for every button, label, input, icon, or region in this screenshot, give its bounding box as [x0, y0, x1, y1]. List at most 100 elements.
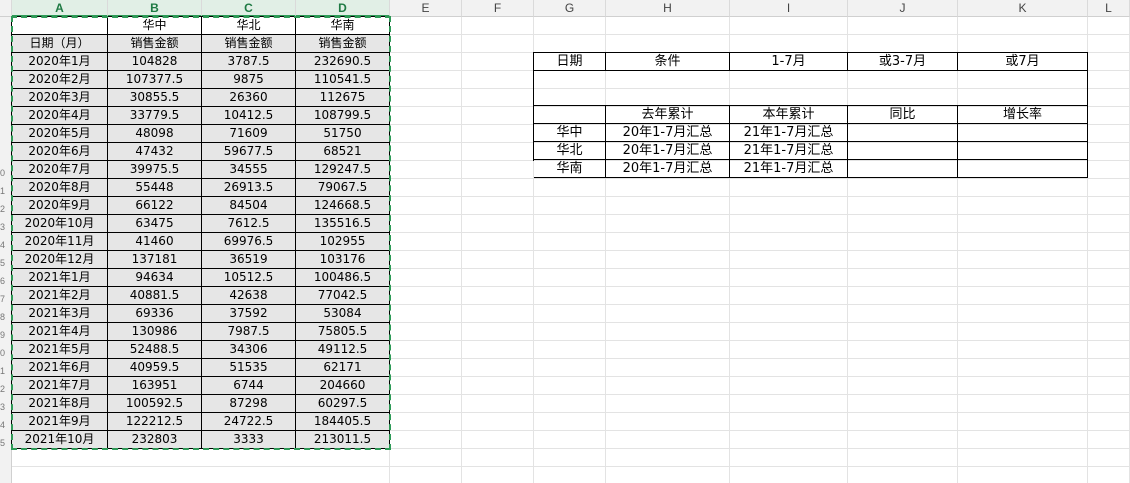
cell-d5[interactable]: 112675 [296, 89, 390, 107]
cell-d16[interactable]: 77042.5 [296, 287, 390, 305]
column-header-j[interactable]: J [848, 0, 958, 17]
cell-a23[interactable]: 2021年9月 [12, 413, 108, 431]
cell-c13[interactable]: 69976.5 [202, 233, 296, 251]
cell-c1[interactable]: 华北 [202, 17, 296, 35]
cell-c9[interactable]: 34555 [202, 161, 296, 179]
right-table-cell[interactable]: 1-7月 [730, 53, 848, 71]
cell-c2[interactable]: 销售金额 [202, 35, 296, 53]
cell-d2[interactable]: 销售金额 [296, 35, 390, 53]
cell-c6[interactable]: 10412.5 [202, 107, 296, 125]
cell-d15[interactable]: 100486.5 [296, 269, 390, 287]
right-table-cell[interactable] [958, 160, 1088, 178]
cell-a17[interactable]: 2021年3月 [12, 305, 108, 323]
cell-b5[interactable]: 30855.5 [108, 89, 202, 107]
row-number[interactable]: 3 [0, 221, 8, 233]
column-header-h[interactable]: H [606, 0, 730, 17]
right-table-cell[interactable]: 20年1-7月汇总 [606, 142, 730, 160]
column-header-k[interactable]: K [958, 0, 1088, 17]
cell-b21[interactable]: 163951 [108, 377, 202, 395]
cell-a3[interactable]: 2020年1月 [12, 53, 108, 71]
cell-a4[interactable]: 2020年2月 [12, 71, 108, 89]
row-number[interactable]: 4 [0, 239, 8, 251]
cell-a9[interactable]: 2020年7月 [12, 161, 108, 179]
cell-b6[interactable]: 33779.5 [108, 107, 202, 125]
cell-d22[interactable]: 60297.5 [296, 395, 390, 413]
right-table-cell[interactable]: 21年1-7月汇总 [730, 124, 848, 142]
cell-a12[interactable]: 2020年10月 [12, 215, 108, 233]
cell-a21[interactable]: 2021年7月 [12, 377, 108, 395]
cell-c10[interactable]: 26913.5 [202, 179, 296, 197]
right-table-cell[interactable] [534, 71, 1088, 106]
right-table-cell[interactable] [848, 142, 958, 160]
cell-b10[interactable]: 55448 [108, 179, 202, 197]
cell-a5[interactable]: 2020年3月 [12, 89, 108, 107]
right-table-cell[interactable]: 增长率 [958, 106, 1088, 124]
column-header-e[interactable]: E [390, 0, 462, 17]
cell-b20[interactable]: 40959.5 [108, 359, 202, 377]
cell-b3[interactable]: 104828 [108, 53, 202, 71]
cell-a8[interactable]: 2020年6月 [12, 143, 108, 161]
cell-d12[interactable]: 135516.5 [296, 215, 390, 233]
cell-c8[interactable]: 59677.5 [202, 143, 296, 161]
right-table-cell[interactable]: 20年1-7月汇总 [606, 124, 730, 142]
cell-c4[interactable]: 9875 [202, 71, 296, 89]
column-header-g[interactable]: G [534, 0, 606, 17]
cell-b4[interactable]: 107377.5 [108, 71, 202, 89]
cell-b14[interactable]: 137181 [108, 251, 202, 269]
cell-c20[interactable]: 51535 [202, 359, 296, 377]
cell-a13[interactable]: 2020年11月 [12, 233, 108, 251]
cell-d13[interactable]: 102955 [296, 233, 390, 251]
cell-b18[interactable]: 130986 [108, 323, 202, 341]
column-header-i[interactable]: I [730, 0, 848, 17]
cell-a1[interactable] [12, 17, 108, 35]
cell-b22[interactable]: 100592.5 [108, 395, 202, 413]
right-table-cell[interactable]: 日期 [534, 53, 606, 71]
right-table-cell[interactable]: 同比 [848, 106, 958, 124]
column-header-a[interactable]: A [12, 0, 108, 17]
cell-d17[interactable]: 53084 [296, 305, 390, 323]
row-number[interactable]: 9 [0, 329, 8, 341]
cell-c21[interactable]: 6744 [202, 377, 296, 395]
cell-d18[interactable]: 75805.5 [296, 323, 390, 341]
select-all-corner[interactable] [0, 0, 12, 17]
column-header-c[interactable]: C [202, 0, 296, 17]
right-table-cell[interactable] [958, 142, 1088, 160]
cell-c12[interactable]: 7612.5 [202, 215, 296, 233]
cell-d4[interactable]: 110541.5 [296, 71, 390, 89]
right-table-cell[interactable] [848, 124, 958, 142]
cell-c3[interactable]: 3787.5 [202, 53, 296, 71]
cell-c15[interactable]: 10512.5 [202, 269, 296, 287]
right-table-cell[interactable] [848, 160, 958, 178]
cell-a2[interactable]: 日期（月） [12, 35, 108, 53]
row-number[interactable]: 2 [0, 383, 8, 395]
cell-d23[interactable]: 184405.5 [296, 413, 390, 431]
cell-a14[interactable]: 2020年12月 [12, 251, 108, 269]
right-table-cell[interactable]: 或7月 [958, 53, 1088, 71]
cell-c22[interactable]: 87298 [202, 395, 296, 413]
row-number[interactable]: 0 [0, 347, 8, 359]
spreadsheet-grid[interactable]: A B C D E F G H I J K L 0 1 2 3 4 5 6 7 8 9 0 1 2 3 4 5 华中 华北 华南 日期（月）销… [0, 0, 1130, 483]
cell-b11[interactable]: 66122 [108, 197, 202, 215]
cell-b24[interactable]: 232803 [108, 431, 202, 449]
cell-d7[interactable]: 51750 [296, 125, 390, 143]
cell-c5[interactable]: 26360 [202, 89, 296, 107]
row-number[interactable]: 7 [0, 293, 8, 305]
cell-c18[interactable]: 7987.5 [202, 323, 296, 341]
cell-d8[interactable]: 68521 [296, 143, 390, 161]
right-table-cell[interactable]: 华中 [534, 124, 606, 142]
row-number[interactable]: 2 [0, 203, 8, 215]
cell-a24[interactable]: 2021年10月 [12, 431, 108, 449]
cell-a7[interactable]: 2020年5月 [12, 125, 108, 143]
cell-d6[interactable]: 108799.5 [296, 107, 390, 125]
right-table-cell[interactable]: 去年累计 [606, 106, 730, 124]
cell-c16[interactable]: 42638 [202, 287, 296, 305]
cell-c24[interactable]: 3333 [202, 431, 296, 449]
cell-b13[interactable]: 41460 [108, 233, 202, 251]
column-header-d[interactable]: D [296, 0, 390, 17]
cell-b16[interactable]: 40881.5 [108, 287, 202, 305]
right-table-cell[interactable]: 或3-7月 [848, 53, 958, 71]
cell-b12[interactable]: 63475 [108, 215, 202, 233]
cell-b1[interactable]: 华中 [108, 17, 202, 35]
column-header-f[interactable]: F [462, 0, 534, 17]
cell-d21[interactable]: 204660 [296, 377, 390, 395]
